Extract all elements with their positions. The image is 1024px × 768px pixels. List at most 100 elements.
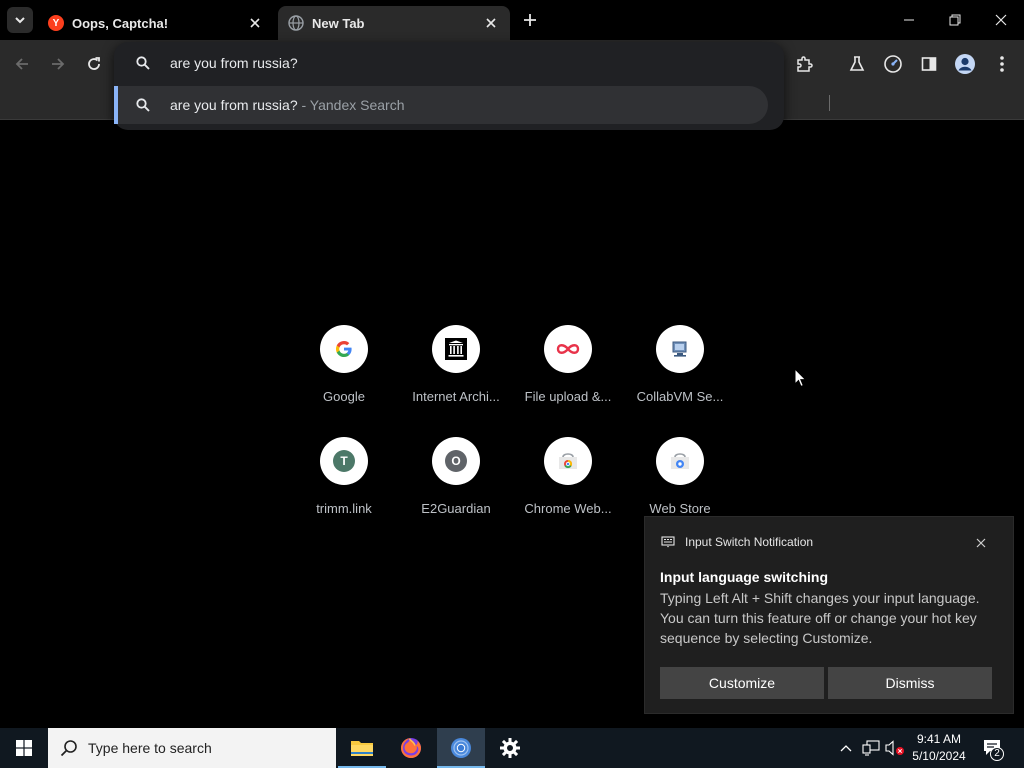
forward-button[interactable] <box>46 52 70 76</box>
windows-logo-icon <box>16 740 32 756</box>
shortcut-label: File upload &... <box>524 389 612 404</box>
taskbar-search-placeholder: Type here to search <box>88 740 212 756</box>
gear-icon <box>500 738 520 758</box>
tab-new-tab[interactable]: New Tab <box>278 6 510 40</box>
taskbar-search-box[interactable]: Type here to search <box>48 728 336 768</box>
back-arrow-icon <box>15 58 28 70</box>
chrome-icon <box>451 738 471 758</box>
toast-app-name: Input Switch Notification <box>685 535 814 549</box>
clock-date: 5/10/2024 <box>912 749 966 763</box>
omnibox: are you from russia? are you from russia… <box>114 42 784 130</box>
archive-icon <box>432 325 480 373</box>
tab-title: Oops, Captcha! <box>72 15 169 31</box>
tab-search-button[interactable] <box>7 7 33 33</box>
google-icon <box>320 325 368 373</box>
forward-arrow-icon <box>52 58 65 70</box>
start-button[interactable] <box>0 728 48 768</box>
globe-icon <box>288 15 304 31</box>
close-window-button[interactable] <box>978 0 1024 40</box>
web-store-icon <box>656 437 704 485</box>
action-center-button[interactable]: 2 <box>976 728 1010 768</box>
clock-time: 9:41 AM <box>916 732 962 746</box>
reload-button[interactable] <box>82 52 106 76</box>
side-panel-button[interactable] <box>916 51 942 77</box>
search-icon <box>136 98 150 112</box>
new-tab-button[interactable] <box>518 8 542 32</box>
shortcut-google[interactable]: Google <box>288 325 400 425</box>
shortcut-e2guardian[interactable]: O E2Guardian <box>400 437 512 537</box>
volume-tray-button[interactable] <box>884 728 906 768</box>
taskbar-firefox[interactable] <box>387 728 435 768</box>
minimize-button[interactable] <box>886 0 932 40</box>
shortcut-label: E2Guardian <box>421 501 491 516</box>
notification-toast: Input Switch Notification Input language… <box>644 516 1014 714</box>
avatar-icon <box>955 54 975 74</box>
close-tab-icon[interactable] <box>482 14 500 32</box>
letter-t-icon: T <box>333 450 355 472</box>
firefox-icon <box>401 738 421 758</box>
taskbar-clock[interactable]: 9:41 AM 5/10/2024 <box>906 731 972 765</box>
chevron-up-icon <box>840 745 852 752</box>
close-tab-icon[interactable] <box>246 14 264 32</box>
mouse-cursor-icon <box>794 368 807 388</box>
shortcut-trimm-link[interactable]: T trimm.link <box>288 437 400 537</box>
performance-button[interactable] <box>880 51 906 77</box>
shortcut-label: Google <box>323 389 365 404</box>
address-bar[interactable]: are you from russia? <box>114 42 784 84</box>
shortcut-collabvm[interactable]: CollabVM Se... <box>624 325 736 425</box>
shortcut-label: trimm.link <box>316 501 372 516</box>
network-icon <box>862 740 880 756</box>
taskbar-chrome[interactable] <box>437 728 485 768</box>
folder-icon <box>351 741 373 756</box>
menu-button[interactable] <box>989 51 1015 77</box>
dismiss-button[interactable]: Dismiss <box>828 667 992 699</box>
plus-icon <box>524 14 536 26</box>
keyboard-icon <box>661 536 675 548</box>
puzzle-icon <box>797 56 813 72</box>
restore-icon <box>949 14 961 26</box>
toast-close-button[interactable] <box>971 533 991 553</box>
shortcut-internet-archive[interactable]: Internet Archi... <box>400 325 512 425</box>
toast-body: Typing Left Alt + Shift changes your inp… <box>660 590 980 646</box>
suggestion-query: are you from russia? <box>170 97 298 113</box>
labs-button[interactable] <box>844 51 870 77</box>
show-hidden-icons-button[interactable] <box>836 728 856 768</box>
taskbar: Type here to search 9:41 AM 5/10/2024 2 <box>0 728 1024 768</box>
close-icon <box>995 14 1007 26</box>
profile-button[interactable] <box>952 51 978 77</box>
taskbar-file-explorer[interactable] <box>338 728 386 768</box>
shortcut-label: Internet Archi... <box>412 389 500 404</box>
tab-strip: Y Oops, Captcha! New Tab <box>0 0 1024 40</box>
shortcut-file-upload[interactable]: File upload &... <box>512 325 624 425</box>
letter-o-icon: O <box>445 450 467 472</box>
shortcut-label: Web Store <box>649 501 711 516</box>
file-upload-icon <box>544 325 592 373</box>
extensions-button[interactable] <box>791 51 817 77</box>
side-panel-icon <box>921 57 937 71</box>
selection-indicator <box>114 86 118 124</box>
network-tray-button[interactable] <box>860 728 882 768</box>
yandex-y-icon: Y <box>48 15 64 31</box>
chrome-web-store-icon <box>544 437 592 485</box>
more-vert-icon <box>1000 56 1004 72</box>
shortcut-label: Chrome Web... <box>524 501 612 516</box>
shortcut-chrome-web-store[interactable]: Chrome Web... <box>512 437 624 537</box>
flask-icon <box>849 56 865 71</box>
volume-muted-icon <box>885 740 904 756</box>
notification-count-badge: 2 <box>990 747 1004 761</box>
toast-title: Input language switching <box>660 569 828 585</box>
speedometer-icon <box>884 55 902 73</box>
tab-title: New Tab <box>312 15 365 31</box>
customize-button[interactable]: Customize <box>660 667 824 699</box>
suggestion-source: - Yandex Search <box>297 97 405 113</box>
back-button[interactable] <box>10 52 34 76</box>
omnibox-suggestion[interactable]: are you from russia? - Yandex Search <box>114 86 768 124</box>
search-icon <box>136 56 150 70</box>
close-icon <box>976 538 986 548</box>
search-icon <box>60 740 77 757</box>
shortcut-label: CollabVM Se... <box>636 389 724 404</box>
taskbar-settings[interactable] <box>486 728 534 768</box>
tab-oops-captcha[interactable]: Y Oops, Captcha! <box>38 6 274 40</box>
chevron-down-icon <box>15 17 25 24</box>
restore-button[interactable] <box>932 0 978 40</box>
